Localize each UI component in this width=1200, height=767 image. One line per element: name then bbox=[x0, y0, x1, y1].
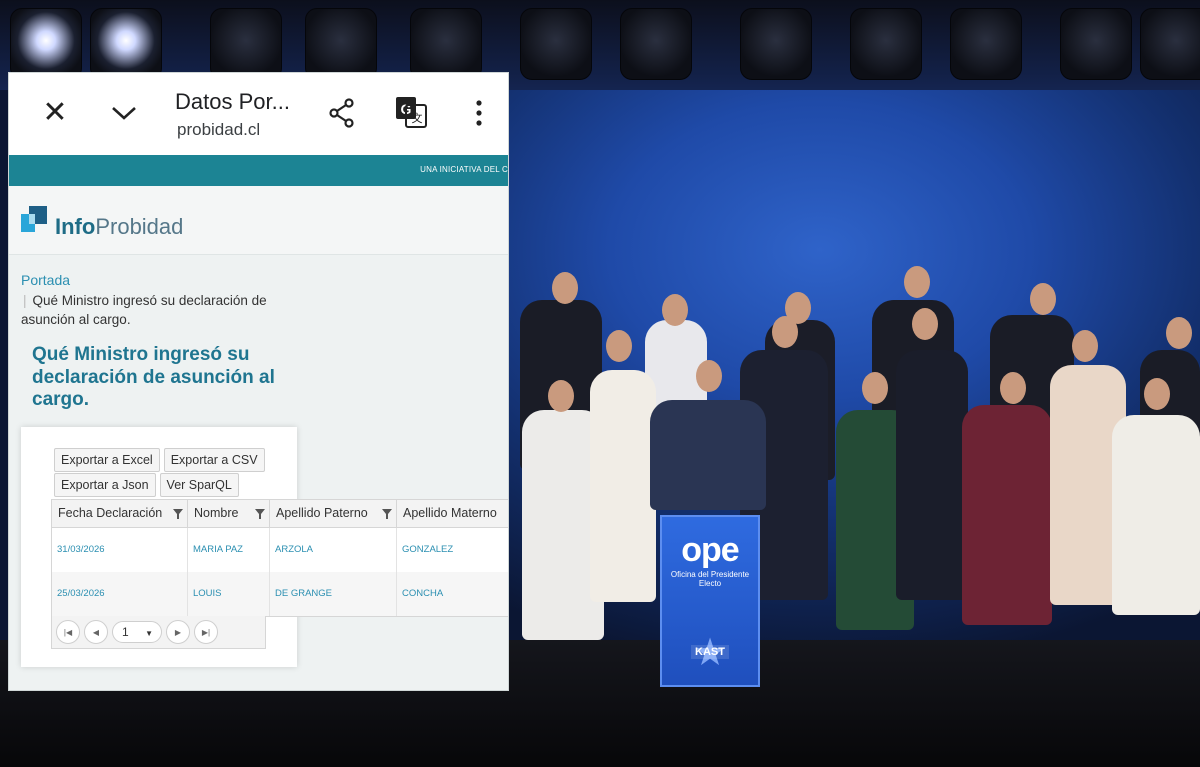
stage-light bbox=[210, 8, 282, 80]
site-top-bar: UNA INICIATIVA DEL C bbox=[9, 155, 508, 186]
cell-fecha: 31/03/2026 bbox=[52, 528, 188, 572]
breadcrumb-home-link[interactable]: Portada bbox=[21, 272, 70, 288]
stage-light bbox=[305, 8, 377, 80]
podium-subtitle: Oficina del Presidente Electo bbox=[670, 570, 750, 588]
close-icon[interactable]: ✕ bbox=[41, 98, 69, 128]
head bbox=[772, 316, 798, 348]
view-sparql-button[interactable]: Ver SparQL bbox=[159, 473, 239, 497]
export-json-button[interactable]: Exportar a Json bbox=[54, 473, 156, 497]
head bbox=[606, 330, 632, 362]
cell-apellido-paterno: DE GRANGE bbox=[270, 572, 397, 616]
site-logo[interactable]: InfoProbidad bbox=[55, 214, 183, 240]
head bbox=[552, 272, 578, 304]
stage-light bbox=[410, 8, 482, 80]
speaker bbox=[650, 400, 766, 510]
head bbox=[1030, 283, 1056, 315]
head bbox=[696, 360, 722, 392]
person bbox=[962, 405, 1052, 625]
cell-apellido-materno: CONCHA bbox=[397, 572, 508, 616]
head bbox=[862, 372, 888, 404]
browser-toolbar: ✕ Datos Por... probidad.cl G 文 bbox=[9, 73, 508, 155]
breadcrumb-current: | Qué Ministro ingresó su declaración de … bbox=[21, 293, 267, 327]
head bbox=[912, 308, 938, 340]
stage-light bbox=[620, 8, 692, 80]
head bbox=[1072, 330, 1098, 362]
export-toolbar-row-2: Exportar a Json Ver SparQL bbox=[54, 473, 243, 497]
export-csv-button[interactable]: Exportar a CSV bbox=[163, 448, 265, 472]
person bbox=[590, 370, 656, 602]
stage-light bbox=[90, 8, 162, 80]
column-header-apellido-paterno[interactable]: Apellido Paterno bbox=[270, 500, 397, 527]
caret-down-icon: ▼ bbox=[145, 629, 153, 638]
translate-icon[interactable]: G 文 bbox=[394, 95, 428, 129]
cell-apellido-paterno: ARZOLA bbox=[270, 528, 397, 572]
podium-badge: KAST bbox=[691, 645, 729, 659]
stage-light bbox=[950, 8, 1022, 80]
export-toolbar: Exportar a Excel Exportar a CSV bbox=[54, 448, 269, 472]
logo-icon bbox=[21, 206, 49, 234]
pagination: |◀ ◀ 1 ▼ ▶ ▶| bbox=[51, 616, 266, 649]
head bbox=[1000, 372, 1026, 404]
stage-light bbox=[1140, 8, 1200, 80]
tab-title: Datos Por... bbox=[175, 89, 290, 114]
podium: ope Oficina del Presidente Electo ★ KAST bbox=[660, 515, 760, 687]
cell-apellido-materno: GONZALEZ bbox=[397, 528, 508, 572]
person bbox=[1112, 415, 1200, 615]
next-page-icon[interactable]: ▶ bbox=[166, 620, 190, 644]
stage-light bbox=[850, 8, 922, 80]
more-vertical-icon[interactable] bbox=[467, 97, 491, 129]
head bbox=[548, 380, 574, 412]
results-table: Fecha Declaración Nombre Apellido Patern… bbox=[51, 499, 508, 617]
column-header-apellido-materno[interactable]: Apellido Materno bbox=[397, 500, 508, 527]
table-header: Fecha Declaración Nombre Apellido Patern… bbox=[52, 500, 508, 528]
site-tagline: UNA INICIATIVA DEL C bbox=[420, 165, 508, 174]
column-header-fecha[interactable]: Fecha Declaración bbox=[52, 500, 188, 527]
url-text[interactable]: probidad.cl bbox=[177, 120, 260, 140]
share-icon[interactable] bbox=[327, 97, 357, 129]
cell-fecha: 25/03/2026 bbox=[52, 572, 188, 616]
column-header-nombre[interactable]: Nombre bbox=[188, 500, 270, 527]
stage-light bbox=[1060, 8, 1132, 80]
filter-icon[interactable] bbox=[173, 509, 183, 519]
table-row[interactable]: 31/03/2026 MARIA PAZ ARZOLA GONZALEZ bbox=[52, 528, 508, 572]
head bbox=[662, 294, 688, 326]
prev-page-icon[interactable]: ◀ bbox=[84, 620, 108, 644]
filter-icon[interactable] bbox=[382, 509, 392, 519]
stage-light bbox=[740, 8, 812, 80]
page-title: Qué Ministro ingresó su declaración de a… bbox=[32, 344, 275, 410]
site-header: InfoProbidad bbox=[9, 186, 508, 255]
person bbox=[896, 350, 968, 600]
podium-logo: ope bbox=[681, 531, 739, 569]
cell-nombre: MARIA PAZ bbox=[188, 528, 270, 572]
head bbox=[1144, 378, 1170, 410]
page-select[interactable]: 1 ▼ bbox=[112, 621, 162, 643]
stage-light bbox=[520, 8, 592, 80]
first-page-icon[interactable]: |◀ bbox=[56, 620, 80, 644]
chevron-down-icon[interactable] bbox=[109, 99, 139, 127]
head bbox=[904, 266, 930, 298]
head bbox=[1166, 317, 1192, 349]
last-page-icon[interactable]: ▶| bbox=[194, 620, 218, 644]
mobile-browser-screenshot: ✕ Datos Por... probidad.cl G 文 UNA INICI… bbox=[9, 73, 508, 690]
export-excel-button[interactable]: Exportar a Excel bbox=[54, 448, 160, 472]
table-row[interactable]: 25/03/2026 LOUIS DE GRANGE CONCHA bbox=[52, 572, 508, 616]
data-grid-card: Exportar a Excel Exportar a CSV Exportar … bbox=[21, 427, 508, 667]
stage-light bbox=[10, 8, 82, 80]
cell-nombre: LOUIS bbox=[188, 572, 270, 616]
svg-text:文: 文 bbox=[412, 111, 423, 125]
filter-icon[interactable] bbox=[255, 509, 265, 519]
